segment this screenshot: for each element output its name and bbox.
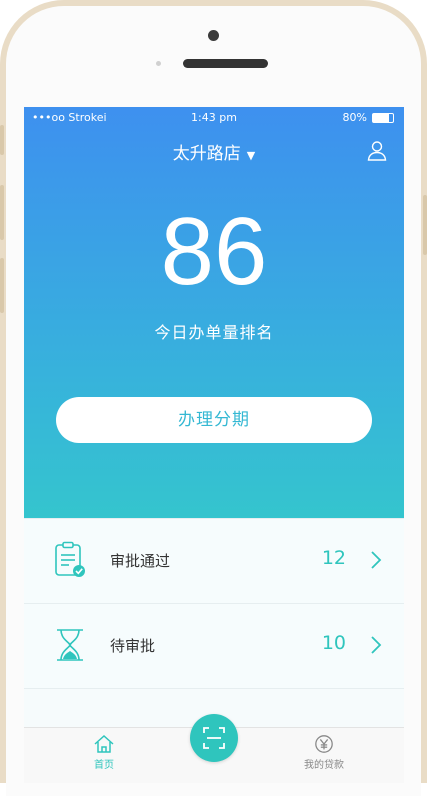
power-button — [423, 195, 427, 255]
scan-button[interactable] — [190, 714, 238, 762]
earpiece-speaker — [183, 59, 268, 68]
status-bar: •••oo Strokei 1:43 pm 80% — [24, 107, 404, 127]
volume-down-button — [0, 258, 4, 313]
caret-down-icon: ▼ — [246, 149, 256, 162]
tab-bar: 首页 我的贷款 — [24, 714, 404, 783]
user-icon[interactable] — [366, 139, 388, 161]
front-camera — [208, 30, 219, 41]
chevron-right-icon — [371, 636, 382, 654]
approved-count: 12 — [321, 547, 346, 569]
tab-home-label: 首页 — [94, 760, 114, 771]
yen-coin-icon — [315, 735, 333, 753]
rank-label: 今日办单量排名 — [154, 323, 274, 342]
approved-label: 审批通过 — [110, 552, 171, 570]
stats-list: 审批通过 12 待审批 10 — [24, 518, 404, 689]
tab-my-loans[interactable]: 我的贷款 — [284, 734, 364, 771]
stat-row-approved[interactable]: 审批通过 12 — [24, 518, 404, 603]
hourglass-icon — [57, 629, 83, 661]
mute-switch — [0, 125, 4, 155]
clipboard-check-icon — [55, 541, 85, 577]
store-name: 太升路店 — [172, 144, 241, 164]
battery-icon — [372, 113, 394, 123]
apply-installment-button[interactable]: 办理分期 — [56, 397, 372, 443]
store-selector[interactable]: 太升路店 ▼ — [24, 139, 404, 164]
pending-count: 10 — [321, 632, 346, 654]
pending-label: 待审批 — [110, 637, 156, 655]
chevron-right-icon — [371, 551, 382, 569]
tab-my-loans-label: 我的贷款 — [304, 760, 344, 771]
volume-up-button — [0, 185, 4, 240]
tab-home[interactable]: 首页 — [64, 734, 144, 771]
scan-icon — [203, 727, 225, 749]
rank-number: 86 — [160, 198, 268, 305]
home-icon — [94, 734, 114, 753]
battery-percent: 80% — [342, 111, 367, 124]
stat-row-pending[interactable]: 待审批 10 — [24, 603, 404, 689]
proximity-sensor — [156, 61, 161, 66]
app-screen: •••oo Strokei 1:43 pm 80% 太升路店 ▼ 86 今日办单量… — [24, 107, 404, 783]
